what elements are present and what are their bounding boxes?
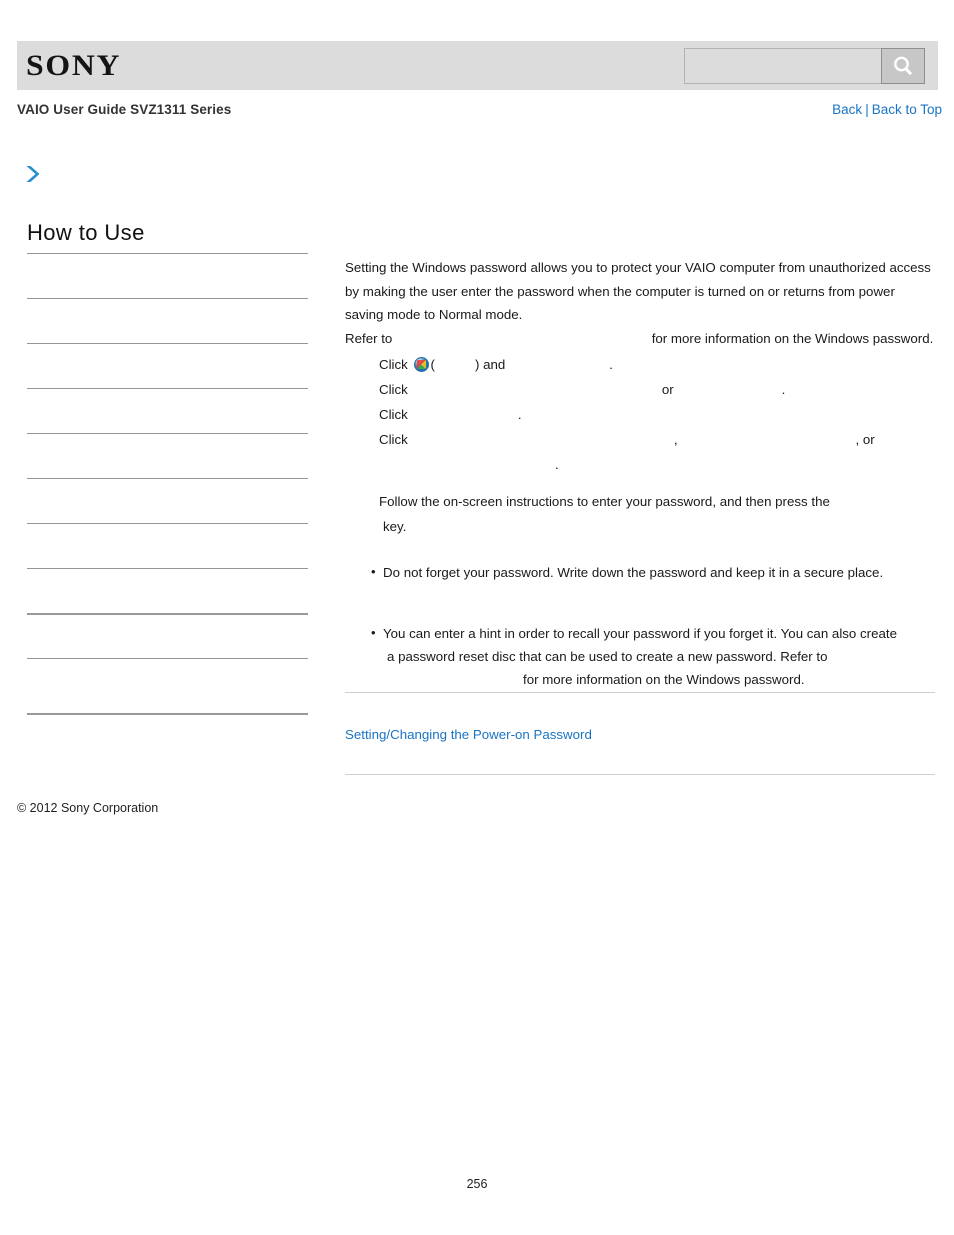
step-1-close-paren: ) <box>474 357 480 372</box>
note-2-line1: You can enter a hint in order to recall … <box>383 626 897 641</box>
nav-separator: | <box>865 102 869 117</box>
refer-suffix: for more information on the Windows pass… <box>651 330 934 346</box>
step-4-comma-b: , or <box>855 432 875 447</box>
note-item: Do not forget your password. Write down … <box>371 560 935 584</box>
note-item: You can enter a hint in order to recall … <box>371 621 935 691</box>
step-4-line2: . <box>379 452 935 477</box>
sidebar-item[interactable] <box>27 613 308 658</box>
step-1: Click () and. <box>345 352 935 377</box>
sidebar-item[interactable] <box>27 388 308 433</box>
refer-prefix: Refer to <box>345 330 393 346</box>
step-4-prefix: Click <box>379 432 408 447</box>
page-number: 256 <box>466 1177 488 1191</box>
site-header: SONY <box>17 41 938 90</box>
sony-logo: SONY <box>26 48 122 82</box>
step-5-suffix: key. <box>383 519 407 534</box>
step-4: Click, , or . <box>345 427 935 477</box>
search-input[interactable] <box>684 47 881 84</box>
sidebar-item[interactable] <box>27 253 308 298</box>
copyright-notice: © 2012 Sony Corporation <box>17 801 159 815</box>
related-topic-section: Setting/Changing the Power-on Password <box>345 692 935 775</box>
note-list: Do not forget your password. Write down … <box>345 560 935 691</box>
step-3-prefix: Click <box>379 407 408 422</box>
sidebar: How to Use <box>27 220 308 758</box>
main-content: Setting the Windows password allows you … <box>345 256 935 691</box>
windows-start-orb-icon[interactable] <box>413 357 429 372</box>
note-2-line3: for more information on the Windows pass… <box>523 672 805 687</box>
step-1-open-paren: ( <box>430 357 435 372</box>
chevron-right-icon[interactable] <box>22 163 44 185</box>
sidebar-item[interactable] <box>27 568 308 613</box>
sidebar-item[interactable] <box>27 523 308 568</box>
sidebar-item[interactable] <box>27 298 308 343</box>
sidebar-item[interactable] <box>27 433 308 478</box>
refer-paragraph: Refer to for more information on the Win… <box>345 327 935 351</box>
sidebar-item[interactable] <box>27 658 308 713</box>
step-5-text: Follow the on-screen instructions to ent… <box>379 494 830 509</box>
related-divider-bottom <box>345 774 935 775</box>
step-4-period: . <box>555 457 559 472</box>
step-2-prefix: Click <box>379 382 408 397</box>
step-5: Follow the on-screen instructions to ent… <box>345 477 935 539</box>
search-group <box>684 47 925 84</box>
document-title: VAIO User Guide SVZ1311 Series <box>17 102 232 117</box>
sidebar-title: How to Use <box>27 220 145 245</box>
step-2-period: . <box>781 382 786 397</box>
step-1-period: . <box>609 357 613 372</box>
step-1-prefix: Click <box>379 357 408 372</box>
step-4-comma-a: , <box>673 432 678 447</box>
step-2-conjunction: or <box>661 382 674 397</box>
step-1-middle: and <box>483 357 506 372</box>
step-3-period: . <box>517 407 522 422</box>
note-1-text: Do not forget your password. Write down … <box>383 565 884 580</box>
sidebar-item[interactable] <box>27 343 308 388</box>
step-2: Click or. <box>345 377 935 402</box>
related-topic-link[interactable]: Setting/Changing the Power-on Password <box>345 693 935 774</box>
note-2-line2: a password reset disc that can be used t… <box>387 649 828 664</box>
back-to-top-link[interactable]: Back to Top <box>872 102 942 117</box>
search-button[interactable] <box>881 47 925 84</box>
step-3: Click. <box>345 402 935 427</box>
header-nav-links: Back | Back to Top <box>832 102 942 117</box>
search-icon <box>891 54 915 78</box>
back-link[interactable]: Back <box>832 102 862 117</box>
sidebar-item[interactable] <box>27 478 308 523</box>
instruction-steps: Click () and. Click or. Click. Click, , or… <box>345 352 935 539</box>
sidebar-item[interactable] <box>27 713 308 758</box>
intro-paragraph: Setting the Windows password allows you … <box>345 260 931 322</box>
